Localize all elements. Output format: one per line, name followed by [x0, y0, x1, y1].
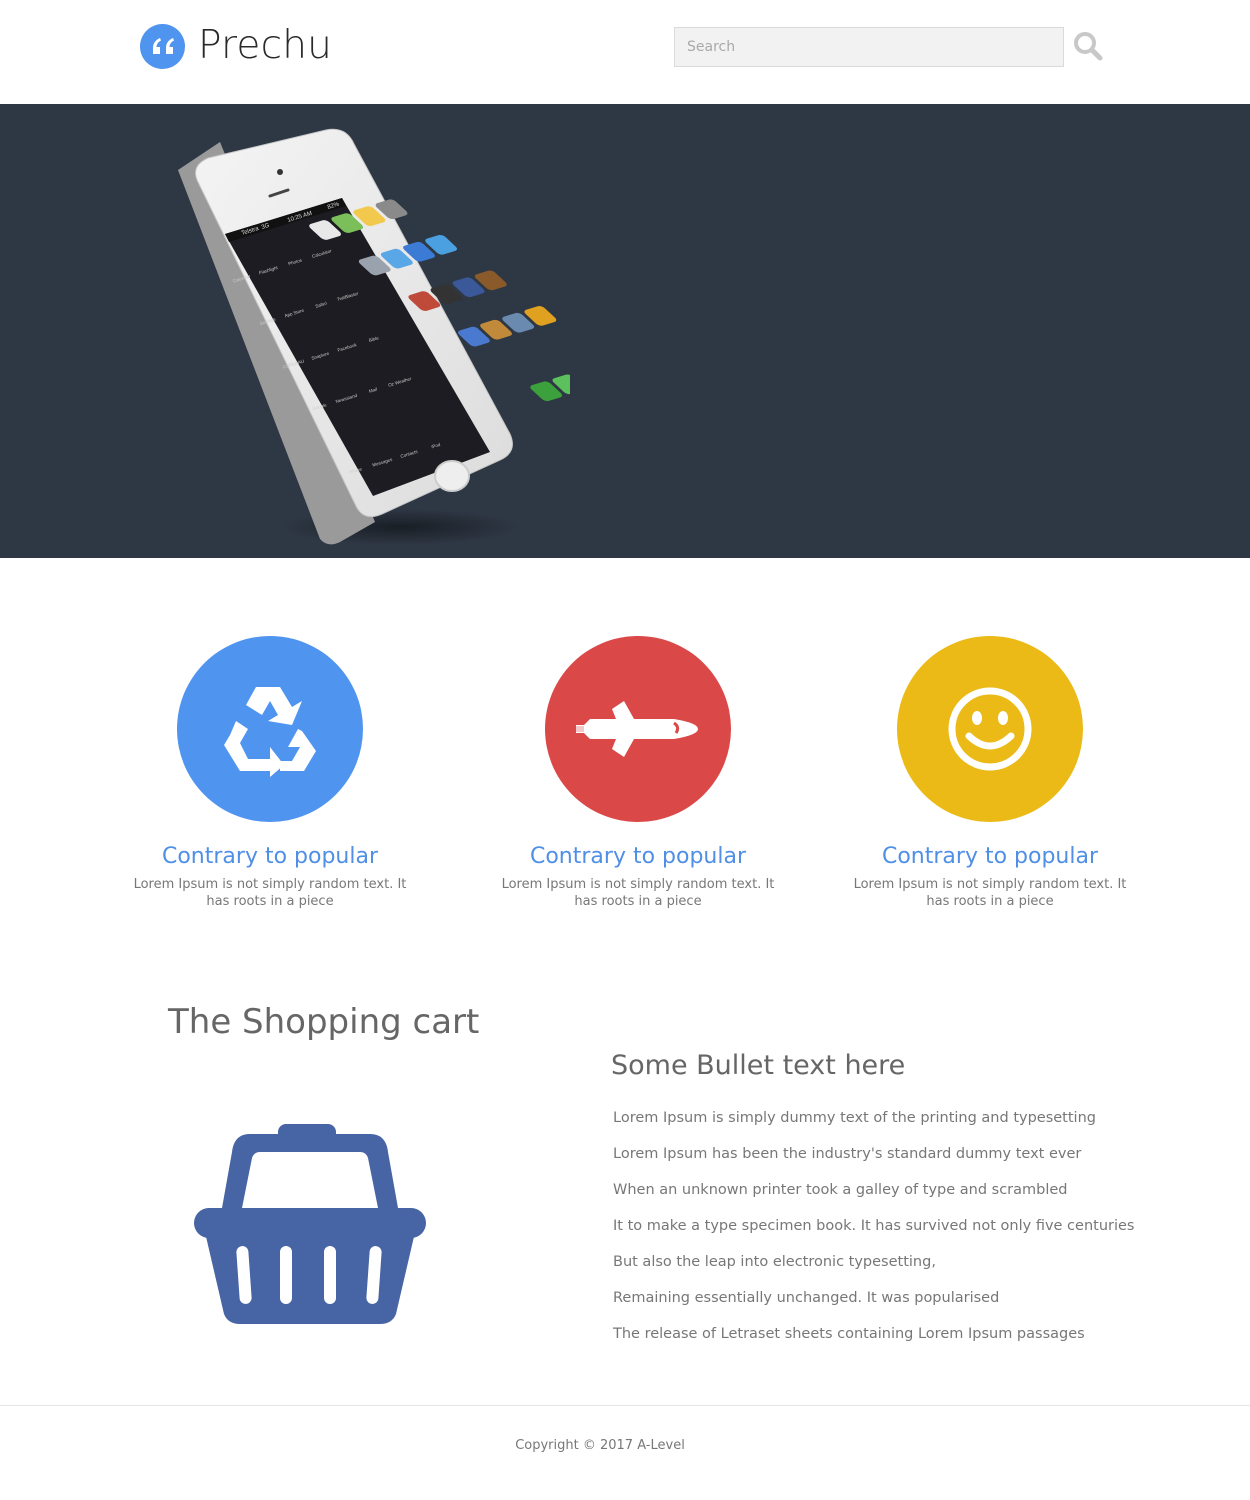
- footer-divider: [0, 1405, 1250, 1406]
- list-item: The release of Letraset sheets containin…: [613, 1326, 1085, 1342]
- feature-text-line: Lorem Ipsum is not simply random text. I…: [501, 877, 775, 892]
- smiley-icon: [897, 636, 1083, 822]
- phone-camera: [277, 169, 283, 175]
- quote-icon: [140, 23, 185, 69]
- feature-text: Lorem Ipsum is not simply random text. I…: [488, 876, 788, 910]
- feature-card: Contrary to popular Lorem Ipsum is not s…: [120, 636, 420, 910]
- feature-title: Contrary to popular: [881, 844, 1099, 869]
- search-icon[interactable]: [1072, 30, 1104, 62]
- bullet-heading: Some Bullet text here: [611, 1050, 906, 1081]
- list-item: Lorem Ipsum is simply dummy text of the …: [613, 1110, 1096, 1126]
- feature-card: Contrary to popular Lorem Ipsum is not s…: [488, 636, 788, 910]
- feature-text-line: has roots in a piece: [926, 894, 1054, 909]
- search-input[interactable]: [674, 27, 1064, 67]
- bullet-list: Lorem Ipsum is simply dummy text of the …: [613, 1106, 1134, 1358]
- home-button: [434, 460, 470, 492]
- feature-card: Contrary to popular Lorem Ipsum is not s…: [840, 636, 1140, 910]
- feature-text: Lorem Ipsum is not simply random text. I…: [840, 876, 1140, 910]
- feature-text: Lorem Ipsum is not simply random text. I…: [120, 876, 420, 910]
- list-item: It to make a type specimen book. It has …: [613, 1218, 1135, 1234]
- feature-text-line: has roots in a piece: [574, 894, 702, 909]
- feature-text-line: has roots in a piece: [206, 894, 334, 909]
- space-shuttle-icon: [545, 636, 731, 822]
- cart-heading: The Shopping cart: [168, 1002, 480, 1042]
- feature-text-line: Lorem Ipsum is not simply random text. I…: [853, 877, 1127, 892]
- shopping-basket-icon: [194, 1124, 426, 1324]
- hero-banner: Telstra 3G 10:25 AM 82% Calendar Flashlig…: [0, 104, 1250, 558]
- list-item: But also the leap into electronic typese…: [613, 1254, 936, 1270]
- recycle-icon: [177, 636, 363, 822]
- brand-logo[interactable]: Prechu: [140, 23, 332, 69]
- list-item: Remaining essentially unchanged. It was …: [613, 1290, 1000, 1306]
- list-item: When an unknown printer took a galley of…: [613, 1182, 1068, 1198]
- feature-title: Contrary to popular: [161, 844, 379, 869]
- phone-image: Telstra 3G 10:25 AM 82% CalendarFlashlig…: [178, 128, 570, 545]
- list-item: Lorem Ipsum has been the industry's stan…: [613, 1146, 1082, 1162]
- feature-text-line: Lorem Ipsum is not simply random text. I…: [133, 877, 407, 892]
- feature-title: Contrary to popular: [529, 844, 747, 869]
- brand-name: Prechu: [198, 23, 333, 68]
- copyright-text: Copyright © 2017 A-Level: [515, 1438, 685, 1453]
- site-header: Prechu: [0, 0, 1250, 104]
